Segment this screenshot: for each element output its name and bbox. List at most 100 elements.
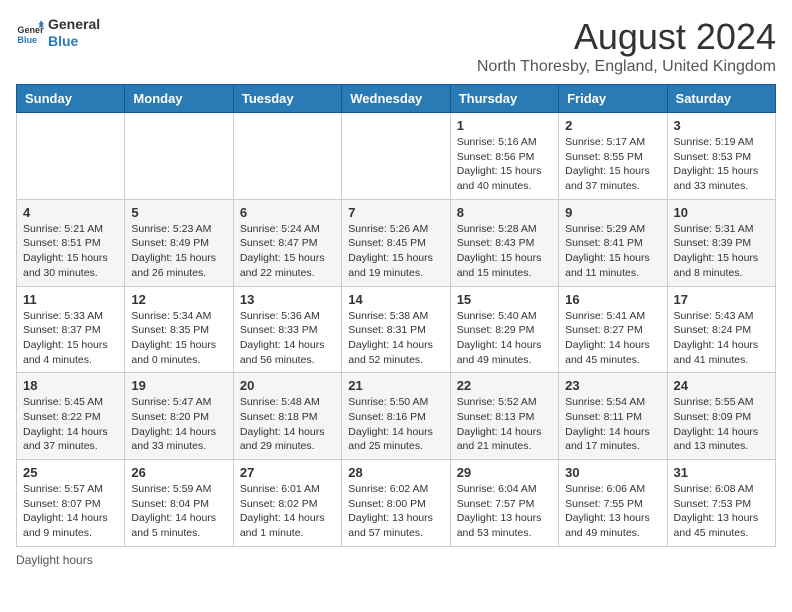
day-cell: 30 Sunrise: 6:06 AM Sunset: 7:55 PM Dayli… bbox=[559, 460, 667, 547]
header-cell-tuesday: Tuesday bbox=[233, 85, 341, 113]
day-cell: 16 Sunrise: 5:41 AM Sunset: 8:27 PM Dayli… bbox=[559, 286, 667, 373]
calendar-subtitle: North Thoresby, England, United Kingdom bbox=[477, 58, 776, 76]
title-block: August 2024 North Thoresby, England, Uni… bbox=[477, 16, 776, 76]
week-row-4: 18 Sunrise: 5:45 AM Sunset: 8:22 PM Dayli… bbox=[17, 373, 776, 460]
day-number: 7 bbox=[348, 205, 443, 220]
footer-note: Daylight hours bbox=[16, 553, 776, 567]
week-row-3: 11 Sunrise: 5:33 AM Sunset: 8:37 PM Dayli… bbox=[17, 286, 776, 373]
day-info: Sunrise: 5:26 AM Sunset: 8:45 PM Dayligh… bbox=[348, 222, 443, 281]
day-cell: 11 Sunrise: 5:33 AM Sunset: 8:37 PM Dayli… bbox=[17, 286, 125, 373]
week-row-5: 25 Sunrise: 5:57 AM Sunset: 8:07 PM Dayli… bbox=[17, 460, 776, 547]
day-info: Sunrise: 5:38 AM Sunset: 8:31 PM Dayligh… bbox=[348, 309, 443, 368]
day-info: Sunrise: 6:04 AM Sunset: 7:57 PM Dayligh… bbox=[457, 482, 552, 541]
day-number: 10 bbox=[674, 205, 769, 220]
day-info: Sunrise: 5:41 AM Sunset: 8:27 PM Dayligh… bbox=[565, 309, 660, 368]
header-cell-friday: Friday bbox=[559, 85, 667, 113]
day-info: Sunrise: 6:01 AM Sunset: 8:02 PM Dayligh… bbox=[240, 482, 335, 541]
day-number: 29 bbox=[457, 465, 552, 480]
day-info: Sunrise: 5:28 AM Sunset: 8:43 PM Dayligh… bbox=[457, 222, 552, 281]
day-info: Sunrise: 5:34 AM Sunset: 8:35 PM Dayligh… bbox=[131, 309, 226, 368]
day-info: Sunrise: 5:59 AM Sunset: 8:04 PM Dayligh… bbox=[131, 482, 226, 541]
day-info: Sunrise: 6:02 AM Sunset: 8:00 PM Dayligh… bbox=[348, 482, 443, 541]
day-number: 20 bbox=[240, 378, 335, 393]
day-cell: 17 Sunrise: 5:43 AM Sunset: 8:24 PM Dayli… bbox=[667, 286, 775, 373]
day-info: Sunrise: 5:47 AM Sunset: 8:20 PM Dayligh… bbox=[131, 395, 226, 454]
day-cell: 26 Sunrise: 5:59 AM Sunset: 8:04 PM Dayli… bbox=[125, 460, 233, 547]
day-cell: 21Sunrise: 5:50 AM Sunset: 8:16 PM Dayli… bbox=[342, 373, 450, 460]
day-info: Sunrise: 5:54 AM Sunset: 8:11 PM Dayligh… bbox=[565, 395, 660, 454]
day-number: 2 bbox=[565, 118, 660, 133]
day-cell: 25 Sunrise: 5:57 AM Sunset: 8:07 PM Dayli… bbox=[17, 460, 125, 547]
day-cell: 28 Sunrise: 6:02 AM Sunset: 8:00 PM Dayli… bbox=[342, 460, 450, 547]
day-info: Sunrise: 5:43 AM Sunset: 8:24 PM Dayligh… bbox=[674, 309, 769, 368]
day-number: 8 bbox=[457, 205, 552, 220]
svg-text:Blue: Blue bbox=[17, 35, 37, 45]
logo-line1: General bbox=[48, 16, 100, 33]
day-cell: 3Sunrise: 5:19 AM Sunset: 8:53 PM Daylig… bbox=[667, 113, 775, 200]
day-number: 31 bbox=[674, 465, 769, 480]
day-info: Sunrise: 5:17 AM Sunset: 8:55 PM Dayligh… bbox=[565, 135, 660, 194]
day-cell: 2 Sunrise: 5:17 AM Sunset: 8:55 PM Daylig… bbox=[559, 113, 667, 200]
day-info: Sunrise: 6:06 AM Sunset: 7:55 PM Dayligh… bbox=[565, 482, 660, 541]
header-cell-monday: Monday bbox=[125, 85, 233, 113]
day-number: 18 bbox=[23, 378, 118, 393]
day-number: 22 bbox=[457, 378, 552, 393]
day-cell: 9Sunrise: 5:29 AM Sunset: 8:41 PM Daylig… bbox=[559, 199, 667, 286]
day-cell: 5Sunrise: 5:23 AM Sunset: 8:49 PM Daylig… bbox=[125, 199, 233, 286]
day-info: Sunrise: 5:45 AM Sunset: 8:22 PM Dayligh… bbox=[23, 395, 118, 454]
day-info: Sunrise: 5:23 AM Sunset: 8:49 PM Dayligh… bbox=[131, 222, 226, 281]
day-number: 19 bbox=[131, 378, 226, 393]
logo-line2: Blue bbox=[48, 33, 100, 50]
day-number: 15 bbox=[457, 292, 552, 307]
day-number: 26 bbox=[131, 465, 226, 480]
day-cell: 19 Sunrise: 5:47 AM Sunset: 8:20 PM Dayli… bbox=[125, 373, 233, 460]
day-cell: 8 Sunrise: 5:28 AM Sunset: 8:43 PM Daylig… bbox=[450, 199, 558, 286]
day-number: 4 bbox=[23, 205, 118, 220]
day-info: Sunrise: 5:55 AM Sunset: 8:09 PM Dayligh… bbox=[674, 395, 769, 454]
calendar-title: August 2024 bbox=[477, 16, 776, 58]
day-number: 17 bbox=[674, 292, 769, 307]
day-number: 23 bbox=[565, 378, 660, 393]
day-cell: 23 Sunrise: 5:54 AM Sunset: 8:11 PM Dayli… bbox=[559, 373, 667, 460]
day-number: 24 bbox=[674, 378, 769, 393]
day-info: Sunrise: 5:31 AM Sunset: 8:39 PM Dayligh… bbox=[674, 222, 769, 281]
day-number: 11 bbox=[23, 292, 118, 307]
day-number: 28 bbox=[348, 465, 443, 480]
day-number: 30 bbox=[565, 465, 660, 480]
day-cell: 18 Sunrise: 5:45 AM Sunset: 8:22 PM Dayli… bbox=[17, 373, 125, 460]
day-cell: 7 Sunrise: 5:26 AM Sunset: 8:45 PM Daylig… bbox=[342, 199, 450, 286]
day-cell: 6Sunrise: 5:24 AM Sunset: 8:47 PM Daylig… bbox=[233, 199, 341, 286]
day-cell: 1Sunrise: 5:16 AM Sunset: 8:56 PM Daylig… bbox=[450, 113, 558, 200]
day-cell: 13Sunrise: 5:36 AM Sunset: 8:33 PM Dayli… bbox=[233, 286, 341, 373]
day-cell: 14 Sunrise: 5:38 AM Sunset: 8:31 PM Dayli… bbox=[342, 286, 450, 373]
logo-icon: General Blue bbox=[16, 19, 44, 47]
header-row: SundayMondayTuesdayWednesdayThursdayFrid… bbox=[17, 85, 776, 113]
day-cell bbox=[17, 113, 125, 200]
day-info: Sunrise: 5:21 AM Sunset: 8:51 PM Dayligh… bbox=[23, 222, 118, 281]
day-number: 16 bbox=[565, 292, 660, 307]
day-cell bbox=[233, 113, 341, 200]
day-cell: 15Sunrise: 5:40 AM Sunset: 8:29 PM Dayli… bbox=[450, 286, 558, 373]
day-info: Sunrise: 5:52 AM Sunset: 8:13 PM Dayligh… bbox=[457, 395, 552, 454]
day-number: 1 bbox=[457, 118, 552, 133]
day-cell: 22 Sunrise: 5:52 AM Sunset: 8:13 PM Dayli… bbox=[450, 373, 558, 460]
day-info: Sunrise: 5:29 AM Sunset: 8:41 PM Dayligh… bbox=[565, 222, 660, 281]
day-cell bbox=[342, 113, 450, 200]
page-header: General Blue General Blue August 2024 No… bbox=[16, 16, 776, 76]
day-cell: 12Sunrise: 5:34 AM Sunset: 8:35 PM Dayli… bbox=[125, 286, 233, 373]
day-cell: 29 Sunrise: 6:04 AM Sunset: 7:57 PM Dayli… bbox=[450, 460, 558, 547]
day-cell: 10 Sunrise: 5:31 AM Sunset: 8:39 PM Dayli… bbox=[667, 199, 775, 286]
day-cell: 31Sunrise: 6:08 AM Sunset: 7:53 PM Dayli… bbox=[667, 460, 775, 547]
week-row-2: 4 Sunrise: 5:21 AM Sunset: 8:51 PM Daylig… bbox=[17, 199, 776, 286]
day-info: Sunrise: 5:57 AM Sunset: 8:07 PM Dayligh… bbox=[23, 482, 118, 541]
day-info: Sunrise: 5:24 AM Sunset: 8:47 PM Dayligh… bbox=[240, 222, 335, 281]
day-number: 14 bbox=[348, 292, 443, 307]
day-info: Sunrise: 5:33 AM Sunset: 8:37 PM Dayligh… bbox=[23, 309, 118, 368]
day-number: 25 bbox=[23, 465, 118, 480]
day-info: Sunrise: 5:36 AM Sunset: 8:33 PM Dayligh… bbox=[240, 309, 335, 368]
header-cell-sunday: Sunday bbox=[17, 85, 125, 113]
logo: General Blue General Blue bbox=[16, 16, 100, 50]
day-number: 3 bbox=[674, 118, 769, 133]
day-number: 27 bbox=[240, 465, 335, 480]
week-row-1: 1Sunrise: 5:16 AM Sunset: 8:56 PM Daylig… bbox=[17, 113, 776, 200]
